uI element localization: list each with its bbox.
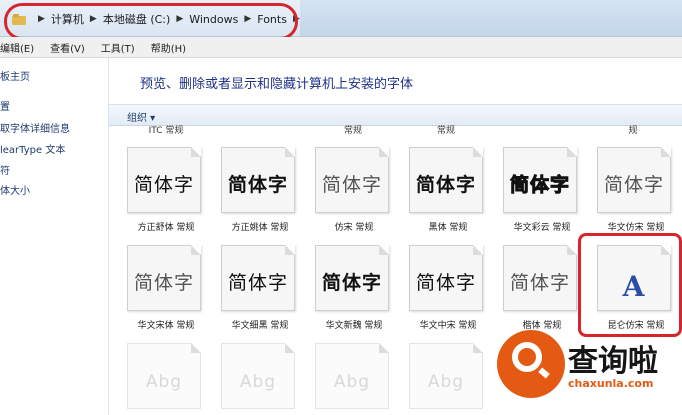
- font-label: 华文仿宋 常规: [607, 223, 665, 233]
- window-frame-strip: [300, 0, 682, 36]
- font-preview: Abg: [333, 372, 371, 392]
- font-tile[interactable]: 简体字: [503, 147, 577, 213]
- menu-bar: 编辑(E) 查看(V) 工具(T) 帮助(H): [0, 37, 682, 58]
- sidebar-item-characters[interactable]: 符: [0, 162, 10, 177]
- font-preview: 简体字: [415, 174, 476, 196]
- menu-tools[interactable]: 工具(T): [101, 40, 135, 55]
- font-label: 楷体 常规: [522, 321, 562, 331]
- font-label: 方正姚体 常规: [231, 223, 289, 233]
- sidebar-item-font-size[interactable]: 体大小: [0, 182, 30, 197]
- font-preview: 简体字: [321, 174, 382, 196]
- sidebar-item-settings[interactable]: 置: [0, 98, 10, 113]
- font-tile[interactable]: 简体字: [409, 147, 483, 213]
- font-tile[interactable]: 简体字: [221, 147, 295, 213]
- font-preview: 简体字: [509, 272, 570, 294]
- font-label-partial: 常规: [343, 126, 362, 136]
- sidebar-item-font-details[interactable]: 取字体详细信息: [0, 120, 70, 135]
- font-tile[interactable]: 简体字: [503, 245, 577, 311]
- font-label: 华文宋体 常规: [137, 321, 195, 331]
- font-preview: Abg: [145, 372, 183, 392]
- menu-edit[interactable]: 编辑(E): [0, 40, 34, 55]
- font-tile[interactable]: 简体字: [315, 245, 389, 311]
- font-preview: Abg: [239, 372, 277, 392]
- page-title: 预览、删除或者显示和隐藏计算机上安装的字体: [140, 77, 414, 92]
- font-label: 华文中宋 常规: [419, 321, 477, 331]
- font-preview: 简体字: [415, 272, 476, 294]
- menu-help[interactable]: 帮助(H): [151, 40, 186, 55]
- organize-button[interactable]: 组织 ▾: [127, 109, 155, 124]
- watermark-logo-icon: [497, 330, 565, 398]
- font-tile[interactable]: Abg: [127, 343, 201, 409]
- sidebar-item-cleartype[interactable]: learType 文本: [0, 141, 65, 156]
- watermark-title: 查询啦: [568, 344, 658, 379]
- magnifier-icon: [512, 342, 542, 372]
- watermark-url: chaxunla.com: [568, 377, 654, 390]
- font-tile[interactable]: Abg: [221, 343, 295, 409]
- font-label: 黑体 常规: [428, 223, 468, 233]
- font-preview: 简体字: [227, 174, 288, 196]
- font-label: 华文细黑 常规: [231, 321, 289, 331]
- font-label-partial: 常规: [436, 126, 455, 136]
- font-tile[interactable]: 简体字: [127, 147, 201, 213]
- annotation-highlight-box: [578, 233, 682, 337]
- sidebar-item-home[interactable]: 板主页: [0, 68, 30, 83]
- font-preview: 简体字: [321, 272, 382, 294]
- font-tile[interactable]: 简体字: [221, 245, 295, 311]
- font-label: 华文新魏 常规: [325, 321, 383, 331]
- menu-view[interactable]: 查看(V): [50, 40, 85, 55]
- font-preview: 简体字: [133, 272, 194, 294]
- font-label: 方正舒体 常规: [137, 223, 195, 233]
- font-label: 华文彩云 常规: [513, 223, 571, 233]
- font-tile[interactable]: 简体字: [597, 147, 671, 213]
- font-preview: 简体字: [509, 174, 570, 197]
- font-tile[interactable]: Abg: [315, 343, 389, 409]
- font-preview: 简体字: [603, 174, 664, 196]
- font-tile[interactable]: 简体字: [127, 245, 201, 311]
- font-tile[interactable]: Abg: [409, 343, 483, 409]
- font-label-partial: ITC 常规: [148, 126, 184, 136]
- font-label-partial: 规: [628, 126, 638, 136]
- font-preview: 简体字: [133, 174, 194, 196]
- annotation-oval: [4, 3, 298, 40]
- font-preview: 简体字: [227, 272, 288, 294]
- font-label: 仿宋 常规: [334, 223, 374, 233]
- font-tile[interactable]: 简体字: [409, 245, 483, 311]
- font-preview: Abg: [427, 372, 465, 392]
- font-tile[interactable]: 简体字: [315, 147, 389, 213]
- sidebar: 板主页 置 取字体详细信息 learType 文本 符 体大小: [0, 58, 109, 415]
